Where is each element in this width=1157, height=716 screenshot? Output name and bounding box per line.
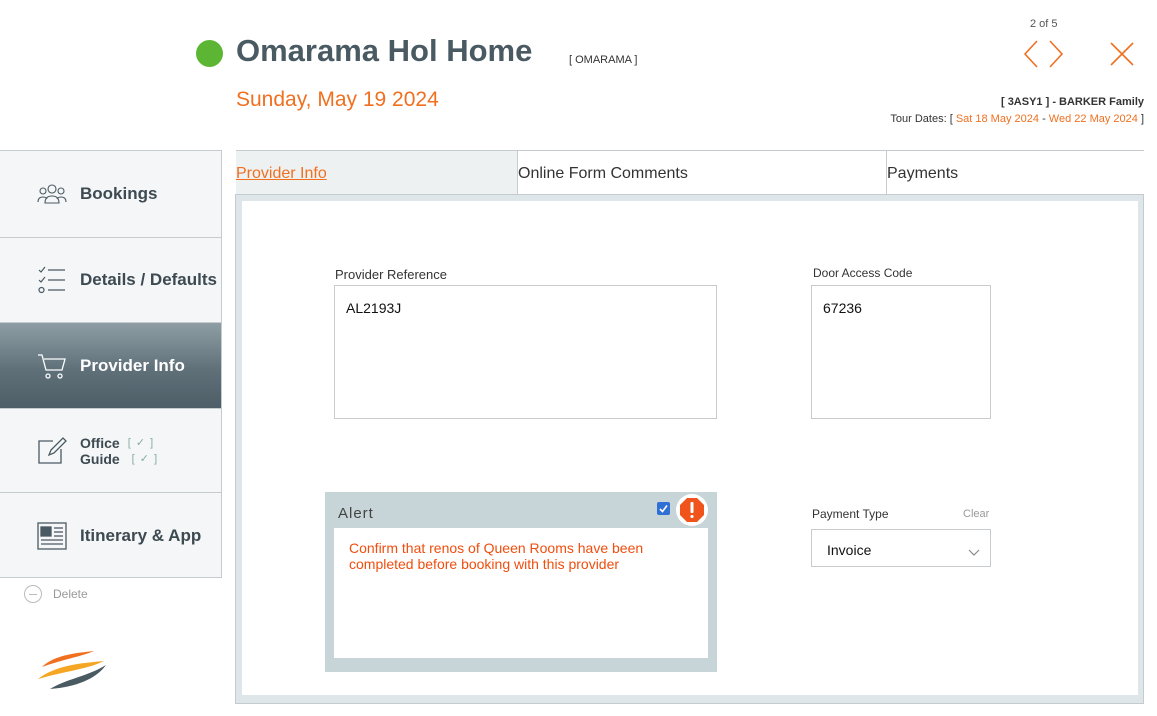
office-guide-labels: Office [ ✓ ] Guide [ ✓ ] bbox=[80, 435, 158, 467]
warning-icon bbox=[676, 494, 708, 526]
payment-type-clear[interactable]: Clear bbox=[963, 508, 989, 520]
guide-label: Guide bbox=[80, 450, 120, 467]
guide-check-mark: ✓ bbox=[139, 452, 151, 465]
tour-dates: Tour Dates: [ Sat 18 May 2024 - Wed 22 M… bbox=[890, 113, 1144, 125]
office-check: [ ✓ ] bbox=[128, 435, 154, 451]
newspaper-icon bbox=[37, 521, 67, 551]
sidebar-item-bookings[interactable]: Bookings bbox=[0, 151, 221, 238]
provider-reference-field[interactable]: AL2193J bbox=[334, 285, 717, 419]
alert-message[interactable]: Confirm that renos of Queen Rooms have b… bbox=[334, 528, 708, 658]
status-indicator bbox=[196, 40, 223, 67]
tab-online-form-comments[interactable]: Online Form Comments bbox=[517, 151, 887, 195]
next-icon[interactable] bbox=[1046, 39, 1066, 69]
checklist-icon bbox=[37, 265, 67, 295]
delete-button[interactable]: Delete bbox=[24, 585, 88, 603]
guide-check: [ ✓ ] bbox=[132, 451, 158, 467]
brand-logo bbox=[36, 643, 108, 693]
guide-row: Guide [ ✓ ] bbox=[80, 451, 158, 467]
tour-dates-label: Tour Dates: [ bbox=[890, 113, 953, 125]
close-icon[interactable] bbox=[1108, 40, 1136, 68]
chevron-down-icon bbox=[968, 544, 980, 560]
door-access-code-field[interactable]: 67236 bbox=[811, 285, 991, 419]
tour-start-date: Sat 18 May 2024 bbox=[955, 113, 1039, 125]
sidebar-item-label: Bookings bbox=[80, 184, 158, 203]
guide-check-close: ] bbox=[154, 452, 159, 465]
sidebar-item-details[interactable]: Details / Defaults bbox=[0, 238, 221, 323]
payment-type-select[interactable]: Invoice bbox=[811, 529, 991, 567]
sidebar-item-itinerary[interactable]: Itinerary & App bbox=[0, 493, 221, 578]
office-row: Office [ ✓ ] bbox=[80, 435, 158, 451]
payment-type-label: Payment Type bbox=[812, 507, 889, 521]
alert-title: Alert bbox=[338, 505, 374, 522]
tab-payments[interactable]: Payments bbox=[886, 151, 1144, 195]
office-check-close: ] bbox=[150, 436, 155, 449]
tour-family: [ 3ASY1 ] - BARKER Family bbox=[1000, 96, 1144, 108]
provider-code-tag: [ OMARAMA ] bbox=[569, 54, 638, 66]
sidebar-item-label: Provider Info bbox=[80, 355, 185, 375]
provider-reference-label: Provider Reference bbox=[335, 267, 447, 282]
tour-dates-close: ] bbox=[1140, 113, 1144, 125]
pager-count: 2 of 5 bbox=[1030, 18, 1058, 30]
sidebar-item-label: Itinerary & App bbox=[80, 525, 202, 545]
alert-checkbox[interactable] bbox=[657, 502, 670, 515]
sidebar-item-office-guide[interactable]: Office [ ✓ ] Guide [ ✓ ] bbox=[0, 409, 221, 493]
sidebar-item-provider-info[interactable]: Provider Info bbox=[0, 323, 221, 409]
office-label: Office bbox=[80, 434, 120, 451]
tour-dates-separator: - bbox=[1042, 113, 1046, 125]
users-icon bbox=[37, 179, 67, 209]
sidebar: Bookings Details / Defaults Provider Inf… bbox=[0, 150, 222, 578]
office-check-open: [ bbox=[127, 436, 132, 449]
pager-nav bbox=[1022, 39, 1066, 69]
payment-type-value: Invoice bbox=[827, 542, 872, 558]
tab-provider-info[interactable]: Provider Info bbox=[236, 151, 517, 195]
edit-icon bbox=[37, 436, 67, 466]
delete-label: Delete bbox=[53, 587, 88, 601]
minus-circle-icon bbox=[24, 585, 42, 603]
previous-icon[interactable] bbox=[1022, 39, 1042, 69]
guide-check-open: [ bbox=[131, 452, 136, 465]
sidebar-item-label: Details / Defaults bbox=[80, 270, 217, 289]
office-check-mark: ✓ bbox=[135, 436, 147, 449]
cart-icon bbox=[37, 351, 67, 381]
alert-panel: Alert Confirm that renos of Queen Rooms … bbox=[325, 492, 717, 672]
page-date: Sunday, May 19 2024 bbox=[236, 88, 439, 111]
page-title: Omarama Hol Home bbox=[236, 33, 533, 68]
door-access-code-label: Door Access Code bbox=[813, 266, 913, 280]
tour-end-date: Wed 22 May 2024 bbox=[1048, 113, 1138, 125]
tab-bar: Provider Info Online Form Comments Payme… bbox=[236, 150, 1144, 195]
